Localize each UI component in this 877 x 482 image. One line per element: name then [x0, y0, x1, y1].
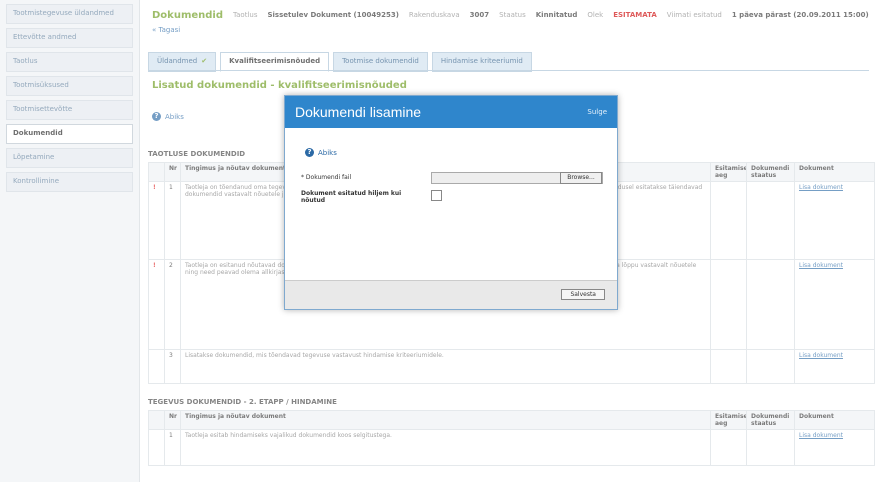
dialog-footer: Salvesta: [285, 280, 617, 309]
late-submission-checkbox[interactable]: [431, 190, 442, 201]
file-label: * Dokumendi fail: [301, 174, 352, 181]
help-icon: ?: [305, 148, 314, 157]
close-button[interactable]: Sulge: [587, 108, 607, 116]
dialog-help-label: Abiks: [318, 148, 337, 157]
file-input[interactable]: Browse...: [431, 172, 603, 184]
dialog-header: Dokumendi lisamine Sulge: [285, 96, 617, 128]
late-submission-label: Dokument esitatud hiljem kui nõutud: [301, 190, 402, 204]
add-document-dialog: Dokumendi lisamine Sulge ? Abiks * Dokum…: [284, 95, 618, 310]
save-button[interactable]: Salvesta: [561, 289, 605, 300]
dialog-title: Dokumendi lisamine: [295, 104, 422, 120]
dialog-help-link[interactable]: ? Abiks: [305, 148, 337, 157]
browse-button[interactable]: Browse...: [560, 172, 602, 184]
